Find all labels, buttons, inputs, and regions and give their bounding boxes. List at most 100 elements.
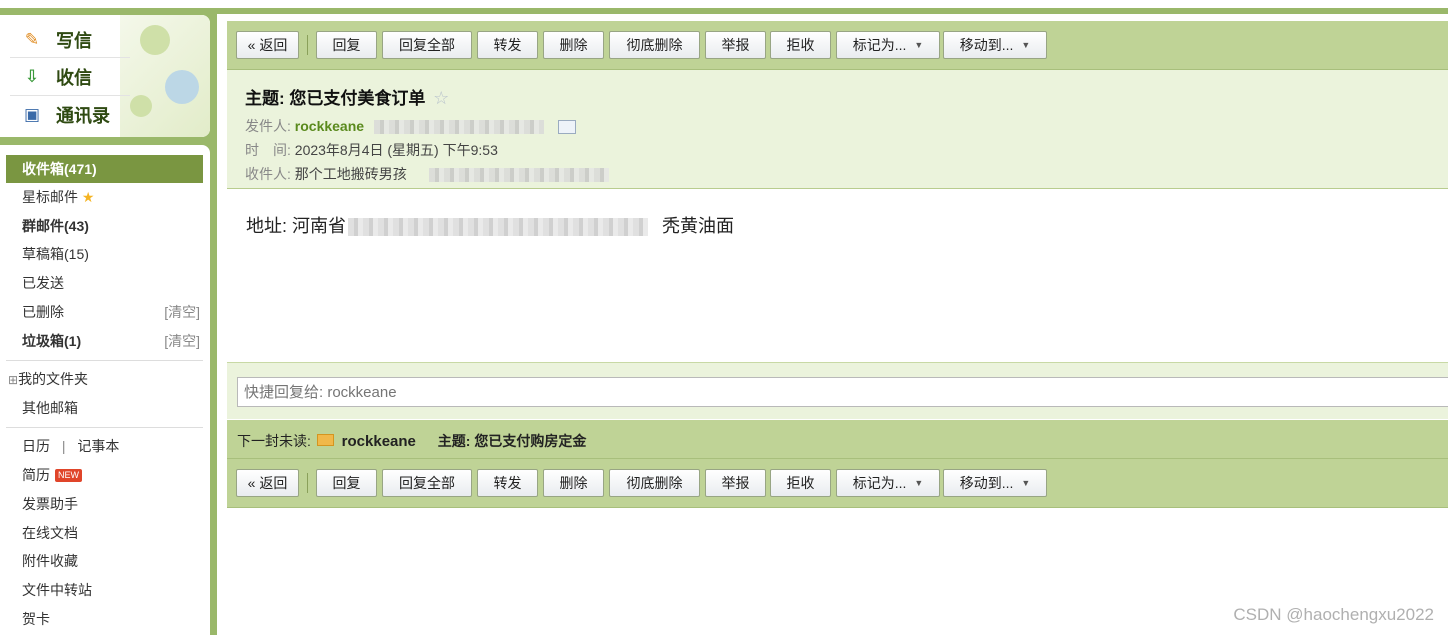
bottom-toolbar: « 返回 回复 回复全部 转发 删除 彻底删除 举报 拒收 标记为... ▼ 移动… <box>227 459 1448 508</box>
quick-reply-input[interactable] <box>237 377 1448 407</box>
star-outline-icon[interactable]: ☆ <box>433 88 449 108</box>
subject-label: 主题: <box>245 89 285 108</box>
cards-label: 贺卡 <box>22 611 50 627</box>
caret-down-icon: ▼ <box>914 478 924 488</box>
folder-my-folders[interactable]: ⊞我的文件夹 <box>6 365 203 393</box>
file-transfer-label: 文件中转站 <box>22 582 92 598</box>
file-transfer-link[interactable]: 文件中转站 <box>6 576 203 604</box>
pencil-icon: ✎ <box>24 30 40 49</box>
delete-forever-button[interactable]: 彻底删除 <box>609 31 700 59</box>
empty-spam-link[interactable]: [清空] <box>164 327 200 355</box>
folder-sent[interactable]: 已发送 <box>6 269 203 297</box>
caret-down-icon: ▼ <box>1021 40 1031 50</box>
forward-button[interactable]: 转发 <box>477 31 538 59</box>
online-docs-link[interactable]: 在线文档 <box>6 519 203 547</box>
my-folders-label: 我的文件夹 <box>18 371 89 387</box>
redacted-recipient <box>428 168 609 183</box>
move-to-dropdown[interactable]: 移动到... ▼ <box>943 31 1047 59</box>
report-button[interactable]: 举报 <box>705 31 766 59</box>
reject-button[interactable]: 拒收 <box>770 469 831 497</box>
folder-starred-label: 星标邮件 <box>22 189 78 205</box>
compose-link[interactable]: ✎ 写信 <box>20 25 92 55</box>
quick-links-panel: ✎ 写信 ⇩ 收信 ▣ 通讯录 <box>0 15 210 137</box>
reject-button[interactable]: 拒收 <box>770 31 831 59</box>
reply-all-button[interactable]: 回复全部 <box>382 469 472 497</box>
compose-label: 写信 <box>56 31 92 51</box>
folder-deleted-label: 已删除 <box>22 304 64 320</box>
from-label: 发件人: <box>245 118 291 134</box>
redacted-email <box>373 120 544 135</box>
envelope-icon <box>316 434 334 446</box>
next-unread-bar: 下一封未读: rockkeane 主题: 您已支付购房定金 <box>227 420 1448 459</box>
cards-link[interactable]: 贺卡 <box>6 605 203 633</box>
calendar-notebook-row: 日历 | 记事本 <box>6 432 203 460</box>
mark-as-label: 标记为... <box>852 475 907 491</box>
top-bar <box>0 0 1448 15</box>
new-badge: NEW <box>55 469 82 482</box>
folder-group-label: 群邮件(43) <box>22 218 89 234</box>
mark-as-label: 标记为... <box>852 37 907 53</box>
sender-name[interactable]: rockkeane <box>295 118 364 134</box>
expand-plus-icon[interactable]: ⊞ <box>8 373 18 387</box>
mark-as-dropdown[interactable]: 标记为... ▼ <box>836 469 940 497</box>
receive-label: 收信 <box>56 68 92 88</box>
contacts-link[interactable]: ▣ 通讯录 <box>20 100 110 130</box>
attachments-link[interactable]: 附件收藏 <box>6 547 203 575</box>
folder-group[interactable]: 群邮件(43) <box>6 212 203 240</box>
folder-starred[interactable]: 星标邮件 ★ <box>6 183 203 211</box>
back-button[interactable]: « 返回 <box>236 469 299 497</box>
recipient-row: 收件人: 那个工地搬砖男孩 <box>245 164 609 184</box>
folder-other-mailboxes[interactable]: 其他邮箱 <box>6 394 203 422</box>
folder-inbox[interactable]: 收件箱(471) <box>6 155 203 183</box>
invoice-link[interactable]: 发票助手 <box>6 490 203 518</box>
next-unread-subject[interactable]: 您已支付购房定金 <box>474 433 586 449</box>
other-mailboxes-label: 其他邮箱 <box>22 400 78 416</box>
delete-forever-button[interactable]: 彻底删除 <box>609 469 700 497</box>
folder-spam[interactable]: 垃圾箱(1) [清空] <box>6 327 203 355</box>
body-address-suffix: 秃黄油面 <box>662 216 735 236</box>
notebook-link[interactable]: 记事本 <box>77 438 119 454</box>
resume-link[interactable]: 简历 NEW <box>6 461 203 489</box>
add-contact-icon[interactable] <box>557 120 576 135</box>
forward-button[interactable]: 转发 <box>477 469 538 497</box>
separator-text: | <box>61 438 66 454</box>
report-button[interactable]: 举报 <box>705 469 766 497</box>
reply-button[interactable]: 回复 <box>316 469 377 497</box>
move-to-dropdown[interactable]: 移动到... ▼ <box>943 469 1047 497</box>
caret-down-icon: ▼ <box>914 40 924 50</box>
folder-deleted[interactable]: 已删除 [清空] <box>6 298 203 326</box>
watermark-text: CSDN @haochengxu2022 <box>1233 605 1434 624</box>
invoice-label: 发票助手 <box>22 496 78 512</box>
folder-drafts[interactable]: 草稿箱(15) <box>6 240 203 268</box>
to-label: 收件人: <box>245 166 291 182</box>
mail-body-text: 地址: 河南省 秃黄油面 <box>246 212 734 238</box>
subject-text: 您已支付美食订单 <box>289 89 426 108</box>
next-unread-sender[interactable]: rockkeane <box>342 433 416 450</box>
delete-button[interactable]: 删除 <box>543 31 604 59</box>
redacted-address <box>348 218 649 237</box>
divider <box>6 360 203 361</box>
inbox-download-icon: ⇩ <box>24 67 40 86</box>
folder-list: 收件箱(471) 星标邮件 ★ 群邮件(43) 草稿箱(15) 已发送 已删除 [… <box>0 145 210 635</box>
recipient-name[interactable]: 那个工地搬砖男孩 <box>295 166 407 182</box>
attachments-label: 附件收藏 <box>22 553 78 569</box>
folder-inbox-label: 收件箱(471) <box>22 161 97 177</box>
reply-all-button[interactable]: 回复全部 <box>382 31 472 59</box>
time-value: 2023年8月4日 (星期五) 下午9:53 <box>294 142 498 158</box>
calendar-link[interactable]: 日历 <box>22 438 50 454</box>
empty-deleted-link[interactable]: [清空] <box>164 298 200 326</box>
sender-row: 发件人: rockkeane <box>245 116 576 136</box>
delete-button[interactable]: 删除 <box>543 469 604 497</box>
contacts-label: 通讯录 <box>56 106 110 126</box>
reply-button[interactable]: 回复 <box>316 31 377 59</box>
mark-as-dropdown[interactable]: 标记为... ▼ <box>836 31 940 59</box>
back-button[interactable]: « 返回 <box>236 31 299 59</box>
floral-decoration <box>120 15 210 137</box>
next-subject-label: 主题: <box>437 433 471 449</box>
move-to-label: 移动到... <box>959 475 1014 491</box>
top-accent-line <box>0 8 1448 14</box>
receive-link[interactable]: ⇩ 收信 <box>20 62 92 92</box>
online-docs-label: 在线文档 <box>22 525 78 541</box>
folder-drafts-label: 草稿箱(15) <box>22 246 89 262</box>
time-label: 时 间: <box>245 142 291 158</box>
